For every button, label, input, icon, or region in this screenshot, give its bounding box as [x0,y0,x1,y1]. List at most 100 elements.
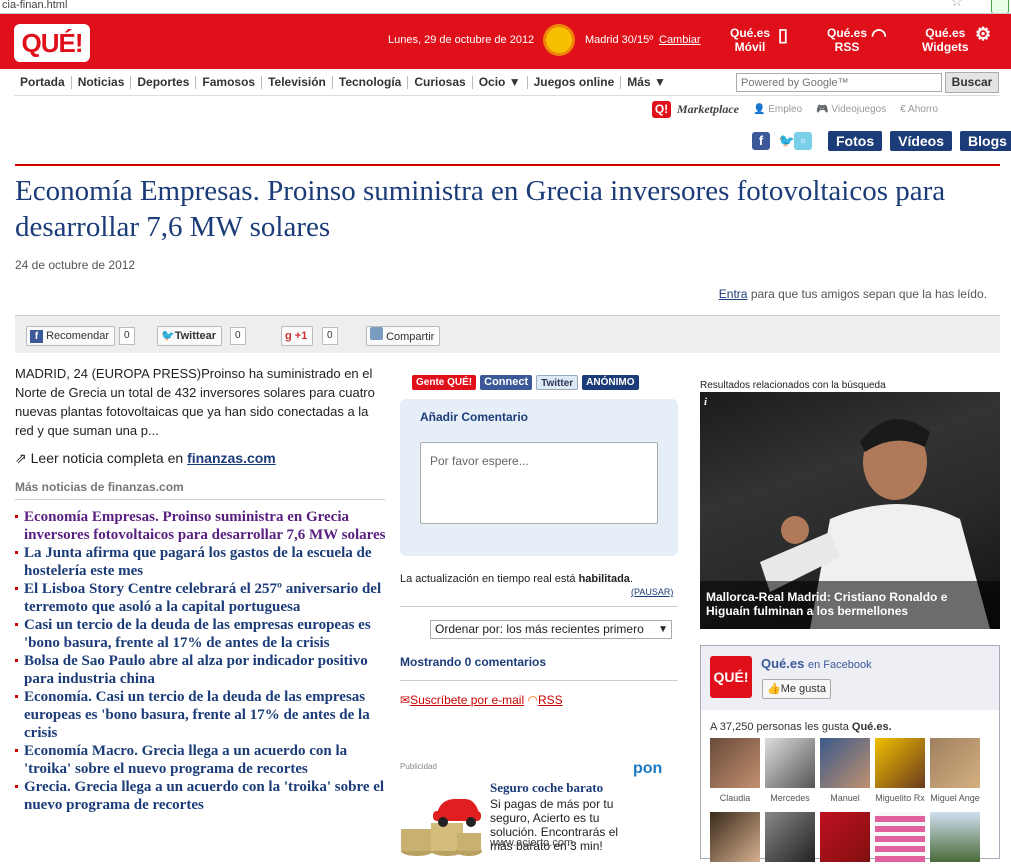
list-item[interactable]: El Lisboa Story Centre celebrará el 257º… [15,580,390,616]
list-item[interactable]: Bolsa de Sao Paulo abre al alza por indi… [15,652,390,688]
gplus-icon: g [285,330,292,342]
facebook-like-count: A 37,250 personas les gusta Qué.es. [710,721,892,733]
change-city-link[interactable]: Cambiar [659,34,701,46]
anonymous-button[interactable]: ANÓNIMO [582,375,639,390]
extension-icon[interactable] [991,0,1009,13]
widgets-link[interactable]: Qué.es Widgets ⚙ [922,25,991,54]
facebook-page-logo[interactable]: QUÉ! [710,656,752,698]
blogs-button[interactable]: Blogs [960,131,1011,151]
list-item[interactable]: Economía Empresas. Proinso suministra en… [15,508,390,544]
read-more[interactable]: ⇗ Leer noticia completa en finanzas.com [15,450,276,467]
marketplace-ahorro[interactable]: € Ahorro [900,104,938,115]
facebook-icon: f [30,330,43,343]
more-news-list: Economía Empresas. Proinso suministra en… [15,508,390,814]
list-item[interactable]: Economía Macro. Grecia llega a un acuerd… [15,742,390,778]
fan-avatar[interactable]: Claudia [710,738,760,803]
avatar [930,812,980,862]
videos-button[interactable]: Vídeos [890,131,953,151]
share-button[interactable]: Compartir [366,326,441,346]
fan-avatar[interactable]: Manuel [820,738,870,803]
twitter-bird-icon: 🐦 [161,330,175,342]
share-bar: f Recomendar 0 🐦Twittear 0 g +1 0 Compar… [15,315,1000,353]
marketplace-logo[interactable]: Q! [652,100,671,118]
login-link[interactable]: Entra [719,287,748,301]
avatar [875,812,925,862]
related-title: Resultados relacionados con la búsqueda [700,380,886,391]
chevron-down-icon: ▼ [658,624,668,635]
nav-portada[interactable]: Portada [14,75,72,89]
subscribe-rss-link[interactable]: RSS [538,693,563,707]
browser-url[interactable]: cia-finan.html ☆ [0,0,1011,14]
current-date: Lunes, 29 de octubre de 2012 [388,34,535,46]
marketplace-empleo[interactable]: 👤 Empleo [753,104,802,115]
ad-url[interactable]: www.acierto.com [490,837,573,849]
list-item[interactable]: La Junta afirma que pagará los gastos de… [15,544,390,580]
nav-ocio[interactable]: Ocio ▼ [473,75,528,89]
tweet-count: 0 [230,327,246,345]
comment-count: Mostrando 0 comentarios [400,655,547,669]
read-more-site-link[interactable]: finanzas.com [187,450,276,466]
fan-avatar[interactable]: Miguel Ange [930,738,980,803]
photo-caption[interactable]: Mallorca-Real Madrid: Cristiano Ronaldo … [700,581,1000,629]
article-intro: MADRID, 24 (EUROPA PRESS)Proinso ha sumi… [15,366,375,438]
avatar [820,812,870,862]
car-coins-image [401,799,482,856]
nav-curiosas[interactable]: Curiosas [408,75,473,89]
fan-avatar[interactable]: Mercedes [765,738,815,803]
nav-mas[interactable]: Más ▼ [621,75,672,89]
nav-famosos[interactable]: Famosos [196,75,263,89]
search-input[interactable] [736,73,942,92]
info-icon[interactable]: i [704,396,716,408]
comment-textarea[interactable]: Por favor espere... [420,442,658,524]
marketplace-videojuegos[interactable]: 🎮 Videojuegos [816,104,886,115]
sort-select[interactable]: Ordenar por: los más recientes primero ▼ [430,620,672,639]
ad-block[interactable]: Seguro coche barato Si pagas de más por … [397,780,682,859]
tuenti-icon[interactable]: ▫ [794,132,812,150]
ad-label: Publicidad [400,762,437,771]
rss-link[interactable]: Qué.es RSS ◠ [827,26,887,54]
facebook-recommend-button[interactable]: f Recomendar [26,326,116,346]
bookmark-star-icon[interactable]: ☆ [950,0,963,8]
search-button[interactable]: Buscar [945,72,999,93]
subscribe-links: ✉Suscríbete por e-mail ◠RSS [400,693,563,707]
avatar [820,738,870,788]
nav-noticias[interactable]: Noticias [72,75,132,89]
tweet-button[interactable]: 🐦Twittear [157,326,223,346]
list-item[interactable]: Grecia. Grecia llega a un acuerdo con la… [15,778,390,814]
fan-avatar[interactable]: Miguelito Rx [875,738,925,803]
thumbs-up-icon: 👍 [767,683,781,695]
facebook-connect-button[interactable]: Connect [480,375,533,390]
facebook-like-button[interactable]: 👍Me gusta [762,679,831,699]
external-link-icon: ⇗ [15,450,27,466]
marketplace-label[interactable]: Marketplace [677,102,739,117]
add-comment-title: Añadir Comentario [420,410,529,424]
recommend-count: 0 [119,327,135,345]
ad-title[interactable]: Seguro coche barato [490,780,603,796]
list-item[interactable]: Economía. Casi un tercio de la deuda de … [15,688,390,742]
list-item[interactable]: Casi un tercio de la deuda de las empres… [15,616,390,652]
facebook-icon[interactable]: f [752,132,770,150]
facebook-page-name[interactable]: Qué.es en Facebook [761,656,872,671]
nav-television[interactable]: Televisión [262,75,333,89]
gplus-button[interactable]: g +1 [281,326,314,346]
phone-icon: ▯ [778,25,788,45]
gente-que-button[interactable]: Gente QUÉ! [412,375,477,390]
logo[interactable]: QUÉ! [14,24,90,62]
nav-juegos[interactable]: Juegos online [528,75,622,89]
fotos-button[interactable]: Fotos [828,131,883,151]
related-photo[interactable]: i Mallorca-Real Madrid: Cristiano Ronald… [700,392,1000,629]
realtime-status: La actualización en tiempo real está hab… [400,573,633,585]
subscribe-email-link[interactable]: Suscríbete por e-mail [410,693,524,707]
login-prompt: Entra para que tus amigos sepan que la h… [718,287,987,301]
nav-deportes[interactable]: Deportes [131,75,197,89]
avatar [710,812,760,862]
ad-brand-logo: pon [633,760,663,777]
pause-link[interactable]: (PAUSAR) [631,587,673,597]
mobile-link[interactable]: Qué.es Móvil ▯ [730,26,788,54]
twitter-login-button[interactable]: Twitter [536,375,579,390]
share-icon [370,327,383,340]
nav-tecnologia[interactable]: Tecnología [333,75,409,89]
weather-text: Madrid 30/15º [585,34,654,46]
avatar [765,812,815,862]
email-icon: ✉ [400,693,411,707]
